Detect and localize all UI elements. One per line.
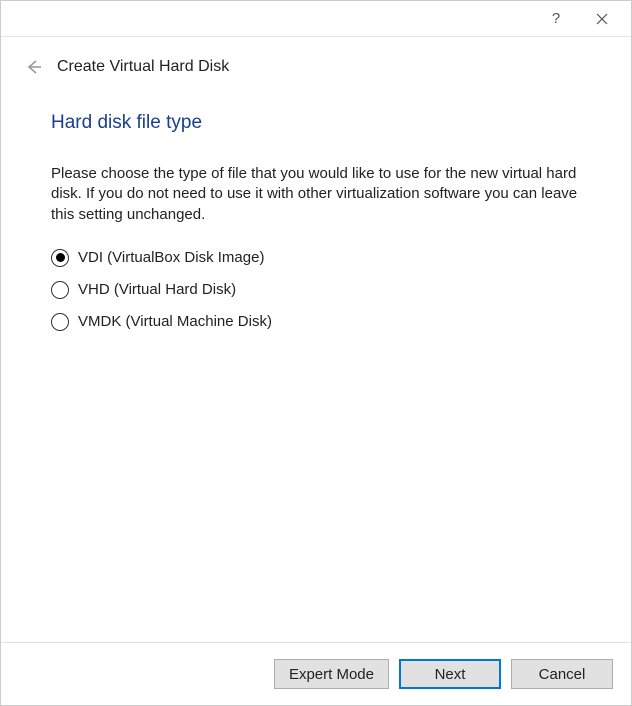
file-type-radio-group: VDI (VirtualBox Disk Image) VHD (Virtual… [51, 249, 581, 331]
cancel-button[interactable]: Cancel [511, 659, 613, 689]
radio-label: VDI (VirtualBox Disk Image) [78, 249, 264, 266]
radio-option-vmdk[interactable]: VMDK (Virtual Machine Disk) [51, 313, 581, 331]
back-button[interactable] [23, 57, 43, 77]
button-bar: Expert Mode Next Cancel [1, 642, 631, 705]
expert-mode-button[interactable]: Expert Mode [274, 659, 389, 689]
wizard-header: Create Virtual Hard Disk [1, 37, 631, 77]
radio-option-vhd[interactable]: VHD (Virtual Hard Disk) [51, 281, 581, 299]
wizard-title: Create Virtual Hard Disk [57, 58, 229, 76]
help-icon: ? [552, 10, 560, 27]
radio-icon [51, 281, 69, 299]
help-button[interactable]: ? [533, 3, 579, 35]
radio-label: VHD (Virtual Hard Disk) [78, 281, 236, 298]
content-area: Hard disk file type Please choose the ty… [1, 77, 631, 642]
arrow-left-icon [24, 58, 42, 76]
radio-label: VMDK (Virtual Machine Disk) [78, 313, 272, 330]
radio-icon [51, 249, 69, 267]
section-description: Please choose the type of file that you … [51, 164, 581, 225]
section-title: Hard disk file type [51, 112, 581, 134]
close-button[interactable] [579, 3, 625, 35]
radio-icon [51, 313, 69, 331]
next-button[interactable]: Next [399, 659, 501, 689]
dialog-window: ? Create Virtual Hard Disk Hard disk fil… [0, 0, 632, 706]
titlebar: ? [1, 1, 631, 37]
close-icon [596, 13, 608, 25]
radio-option-vdi[interactable]: VDI (VirtualBox Disk Image) [51, 249, 581, 267]
